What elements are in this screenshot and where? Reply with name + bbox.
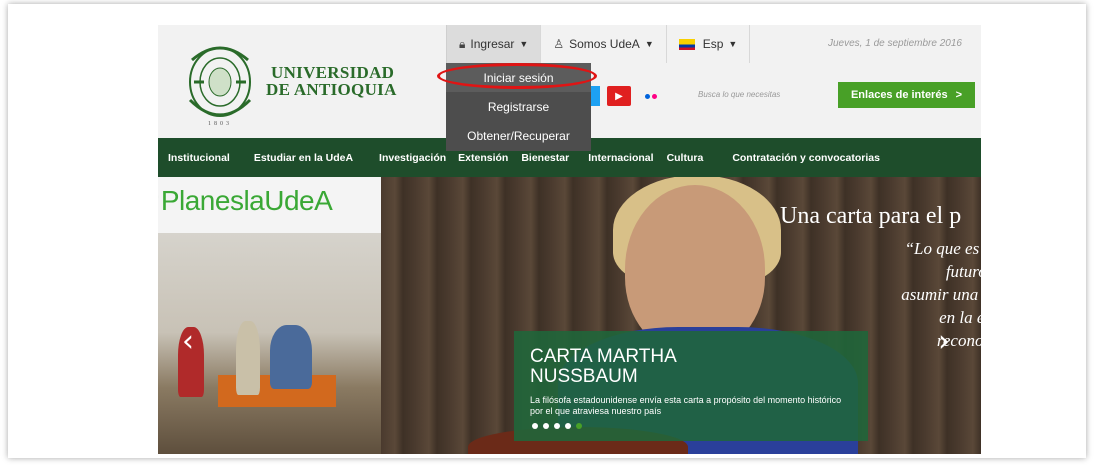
chevron-down-icon: ▼ (644, 39, 654, 49)
card-title: CARTA MARTHA NUSSBAUM (530, 347, 677, 387)
logo-year: 1803 (208, 121, 232, 127)
nav-bienestar[interactable]: Bienestar (521, 152, 569, 164)
enlaces-interes-button[interactable]: Enlaces de interés > (838, 82, 975, 108)
carousel-dots (532, 423, 582, 429)
next-arrow-icon[interactable]: › (938, 324, 950, 359)
carousel-dot-active[interactable] (576, 423, 582, 429)
card-title-line2: NUSSBAUM (530, 366, 638, 387)
carousel-dot[interactable] (532, 423, 538, 429)
carousel-dot[interactable] (554, 423, 560, 429)
search-placeholder: Busca lo que necesitas (698, 90, 781, 99)
registrarse-item[interactable]: Registrarse (446, 92, 591, 121)
somos-udea-menu[interactable]: ♙ Somos UdeA ▼ (541, 25, 667, 63)
logo-text-line2[interactable]: DE ANTIOQUIA (266, 80, 397, 100)
language-label: Esp (702, 37, 724, 51)
nav-extension[interactable]: Extensión (458, 152, 508, 164)
person-shape (236, 321, 260, 395)
person-shape (270, 325, 312, 389)
prev-arrow-icon[interactable]: ‹ (182, 324, 194, 359)
flickr-blue-dot (645, 93, 650, 99)
nav-institucional[interactable]: Institucional (168, 152, 230, 164)
carousel-dot[interactable] (543, 423, 549, 429)
hero-carousel: ¡PlaneslaUdeA Una carta para el p “Lo qu… (158, 177, 981, 454)
flickr-pink-dot (652, 93, 657, 99)
left-slide: ¡PlaneslaUdeA (158, 177, 381, 454)
enlaces-label: Enlaces de interés (850, 89, 948, 101)
quote-line-1: “Lo que es e (904, 239, 981, 258)
nav-contratacion[interactable]: Contratación y convocatorias (732, 152, 880, 164)
search-input[interactable]: Busca lo que necesitas ⚲ (686, 86, 824, 163)
ingresar-label: Ingresar (470, 37, 515, 51)
quote-line-2: futuro, (945, 262, 981, 281)
current-date: Jueves, 1 de septiembre 2016 (828, 38, 962, 49)
card-description: La filósofa estadounidense envía esta ca… (530, 395, 842, 416)
web-page: UNIVERSIDAD DE ANTIOQUIA 1803 🔒︎ Ingresa… (158, 25, 981, 454)
youtube-icon[interactable]: ▶ (607, 86, 631, 106)
hashtag-text: ¡PlaneslaUdeA (158, 185, 333, 216)
colombia-flag-icon (678, 38, 695, 50)
obtener-recuperar-item[interactable]: Obtener/Recuperar (446, 121, 591, 150)
card-title-line1: CARTA MARTHA (530, 346, 677, 367)
carousel-dot[interactable] (565, 423, 571, 429)
highlight-annotation (437, 63, 597, 89)
twitter-icon[interactable] (590, 86, 600, 106)
chevron-right-icon: > (955, 89, 963, 101)
top-bar: 🔒︎ Ingresar ▼ ♙ Somos UdeA ▼ Esp ▼ (446, 25, 751, 63)
language-menu[interactable]: Esp ▼ (667, 25, 751, 63)
user-icon: ♙ (553, 37, 565, 51)
nav-internacional[interactable]: Internacional (588, 152, 653, 164)
quote-line-3: asumir una p (901, 285, 981, 304)
university-seal-icon[interactable] (186, 40, 254, 122)
somos-udea-label: Somos UdeA (569, 37, 640, 51)
featured-card[interactable]: CARTA MARTHA NUSSBAUM La filósofa estado… (514, 331, 868, 441)
ingresar-menu[interactable]: 🔒︎ Ingresar ▼ (446, 25, 542, 63)
nav-investigacion[interactable]: Investigación (379, 152, 446, 164)
hero-title: Una carta para el p (780, 203, 962, 229)
flickr-icon[interactable] (639, 86, 663, 106)
nav-cultura[interactable]: Cultura (667, 152, 704, 164)
chevron-down-icon: ▼ (519, 39, 529, 49)
nav-estudiar[interactable]: Estudiar en la UdeA (254, 152, 353, 164)
screenshot-frame: UNIVERSIDAD DE ANTIOQUIA 1803 🔒︎ Ingresa… (8, 4, 1086, 458)
lock-icon: 🔒︎ (459, 36, 466, 51)
chevron-down-icon: ▼ (728, 39, 738, 49)
site-header: UNIVERSIDAD DE ANTIOQUIA 1803 🔒︎ Ingresa… (158, 25, 981, 163)
